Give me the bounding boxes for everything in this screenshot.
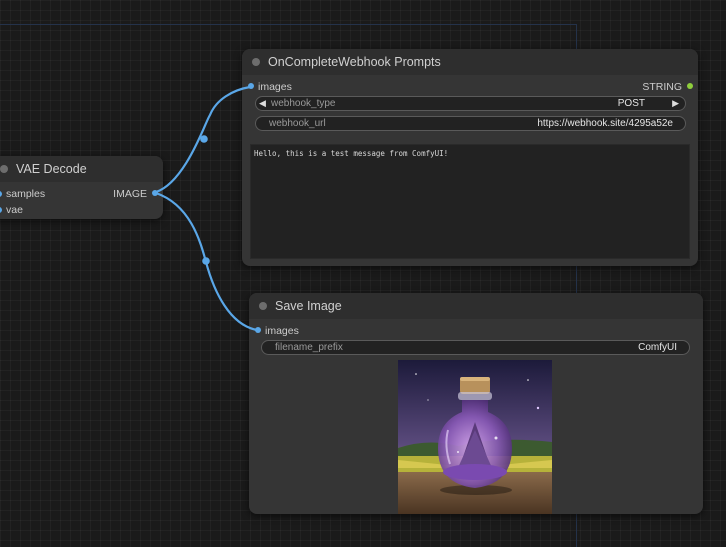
link-midpoint-handle — [200, 135, 208, 143]
node-links — [155, 85, 258, 332]
link-midpoint-handle — [202, 257, 210, 265]
